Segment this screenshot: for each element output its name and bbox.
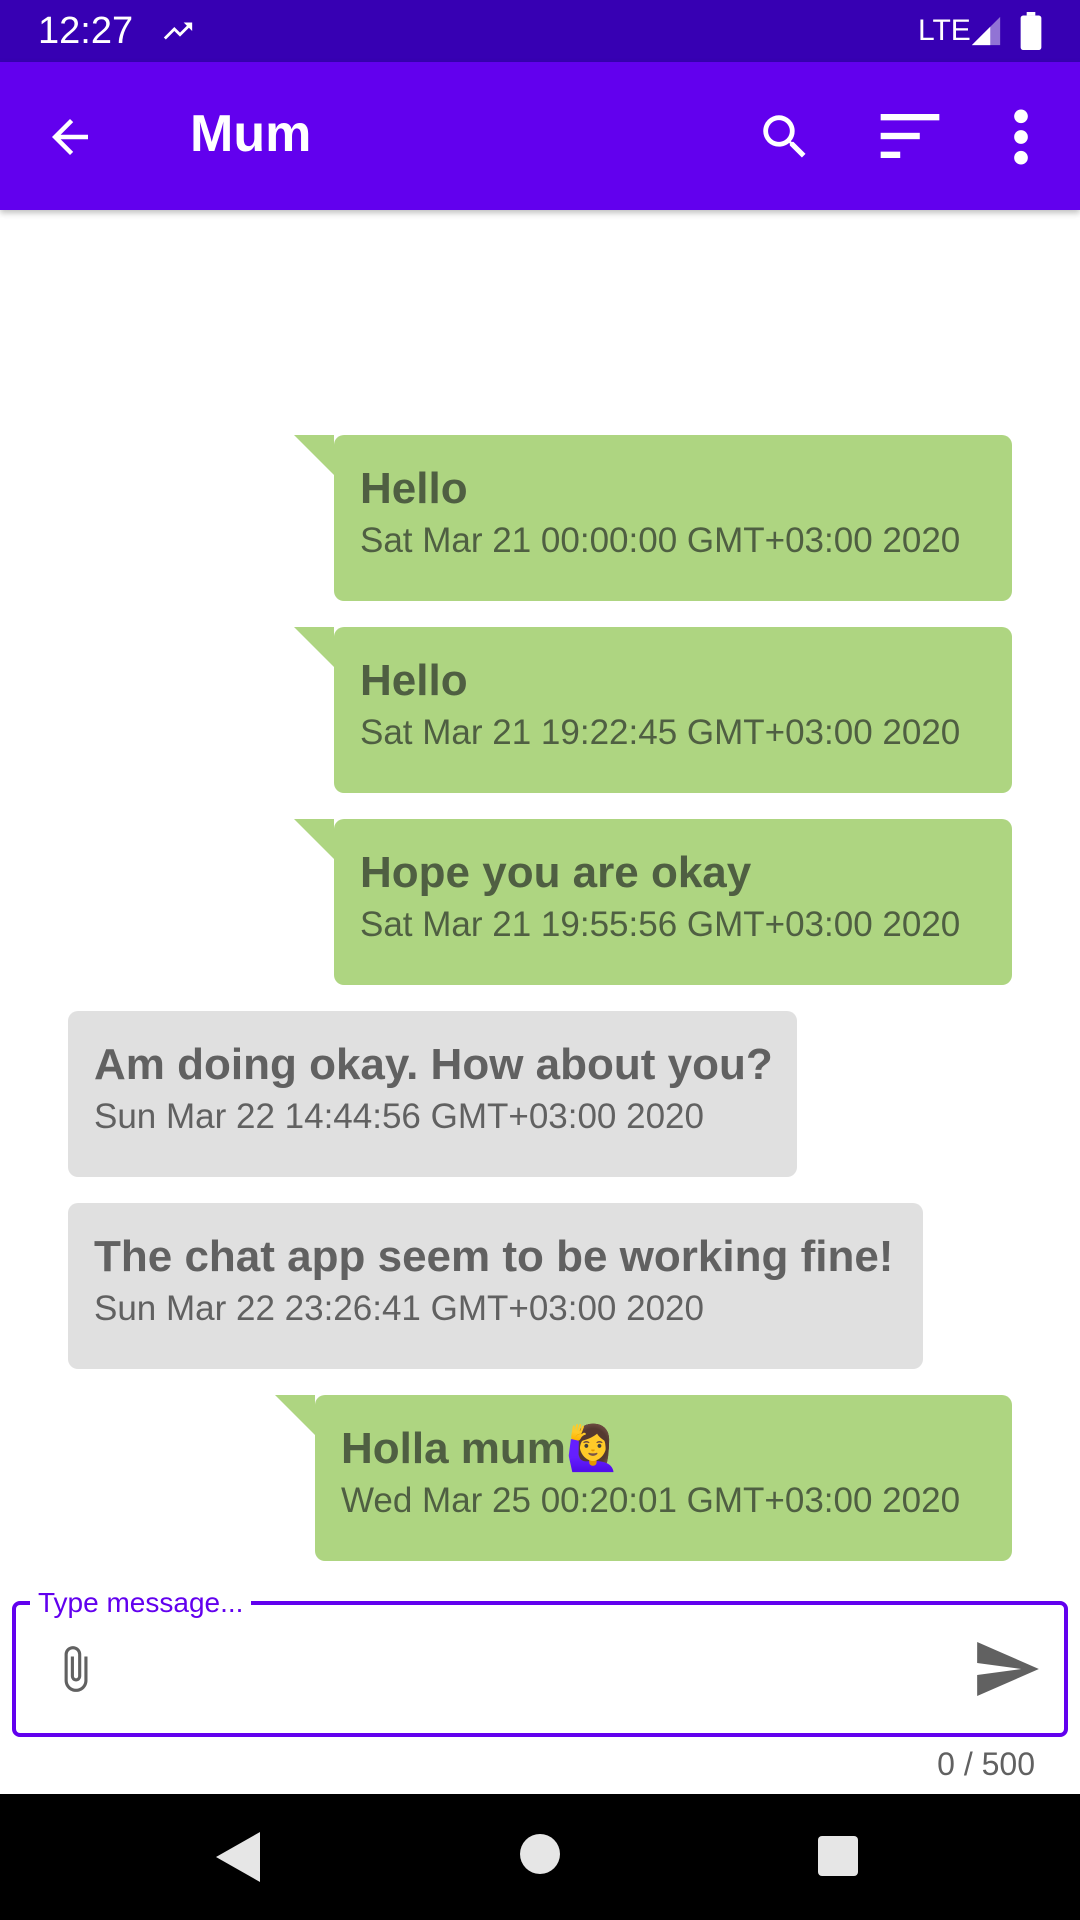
network-type-label: LTE	[918, 14, 971, 47]
back-arrow-icon[interactable]	[42, 110, 98, 164]
received-message-bubble[interactable]: The chat app seem to be working fine! Su…	[68, 1203, 923, 1369]
message-timestamp: Sun Mar 22 14:44:56 GMT+03:00 2020	[94, 1097, 704, 1136]
message-text: Hello	[360, 464, 468, 513]
message-timestamp: Sat Mar 21 19:55:56 GMT+03:00 2020	[360, 905, 961, 944]
battery-icon	[1020, 12, 1042, 50]
navigation-bar	[0, 1794, 1080, 1920]
more-vert-icon[interactable]	[1006, 108, 1036, 166]
nav-recents-icon[interactable]	[818, 1836, 858, 1876]
sent-message-bubble[interactable]: Hello Sat Mar 21 00:00:00 GMT+03:00 2020	[294, 435, 1012, 601]
message-timestamp: Sat Mar 21 19:22:45 GMT+03:00 2020	[360, 713, 961, 752]
app-bar: Mum	[0, 62, 1080, 210]
sort-icon[interactable]	[880, 114, 940, 158]
status-time: 12:27	[38, 10, 134, 52]
status-bar: 12:27 LTE	[0, 0, 1080, 62]
message-input[interactable]	[120, 1636, 944, 1704]
message-timestamp: Wed Mar 25 00:20:01 GMT+03:00 2020	[341, 1481, 961, 1520]
message-text: Hope you are okay	[360, 848, 752, 897]
message-text: The chat app seem to be working fine!	[94, 1232, 894, 1281]
search-icon[interactable]	[756, 108, 814, 166]
attach-icon[interactable]	[50, 1636, 100, 1702]
send-icon[interactable]	[976, 1642, 1040, 1696]
nav-home-icon[interactable]	[520, 1834, 560, 1874]
sent-message-bubble[interactable]: Hope you are okay Sat Mar 21 19:55:56 GM…	[294, 819, 1012, 985]
conversation-title: Mum	[190, 105, 312, 163]
sent-message-bubble[interactable]: Holla mum🙋‍♀️ Wed Mar 25 00:20:01 GMT+03…	[275, 1395, 1012, 1561]
trending-up-icon	[163, 22, 193, 40]
message-text: Am doing okay. How about you?	[94, 1040, 773, 1089]
signal-icon	[971, 16, 1001, 46]
message-input-label: Type message...	[30, 1588, 252, 1618]
message-text: Holla mum🙋‍♀️	[341, 1424, 621, 1473]
nav-back-icon[interactable]	[216, 1832, 260, 1882]
message-timestamp: Sat Mar 21 00:00:00 GMT+03:00 2020	[360, 521, 961, 560]
sent-message-bubble[interactable]: Hello Sat Mar 21 19:22:45 GMT+03:00 2020	[294, 627, 1012, 793]
message-text: Hello	[360, 656, 468, 705]
message-timestamp: Sun Mar 22 23:26:41 GMT+03:00 2020	[94, 1289, 704, 1328]
received-message-bubble[interactable]: Am doing okay. How about you? Sun Mar 22…	[68, 1011, 797, 1177]
character-counter: 0 / 500	[937, 1746, 1035, 1782]
